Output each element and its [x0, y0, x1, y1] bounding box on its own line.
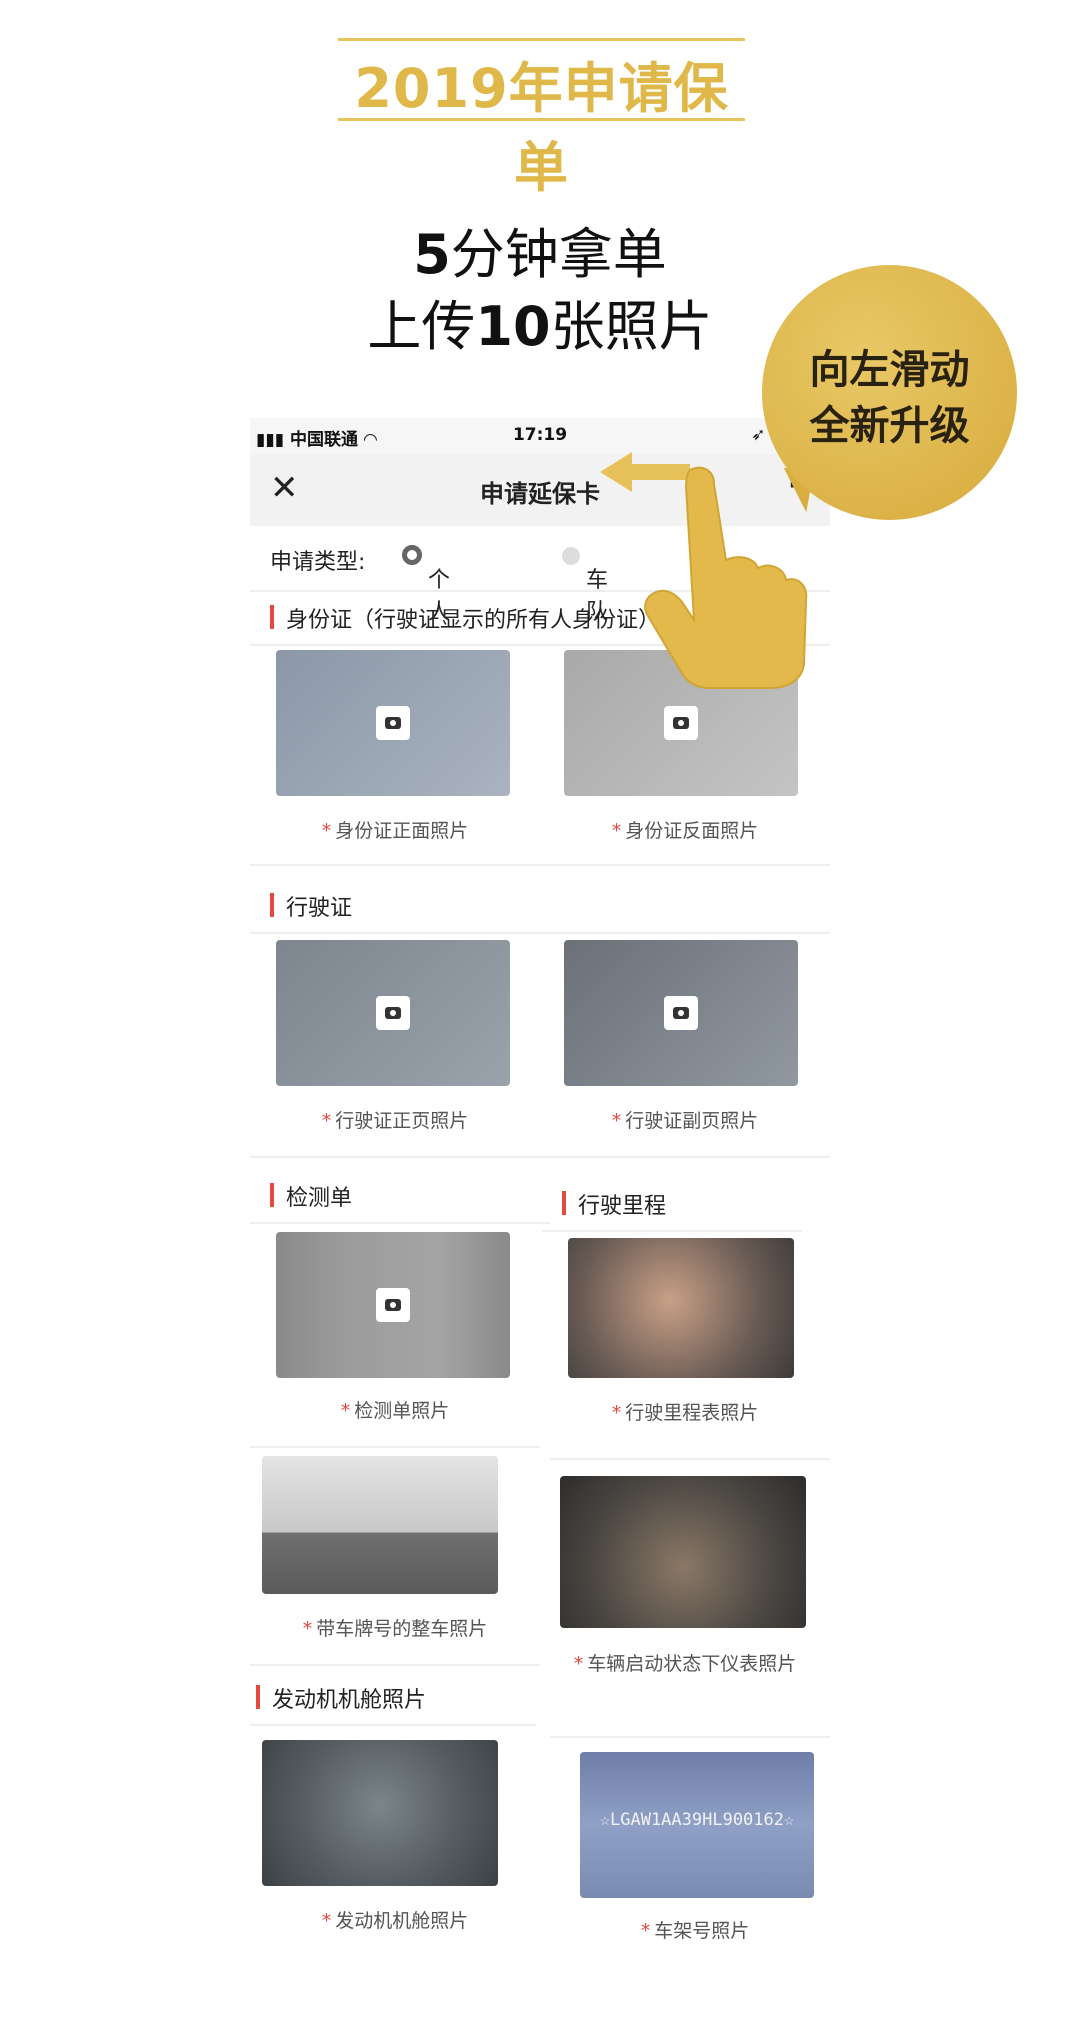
section-marker: [562, 1191, 566, 1215]
section-engine: 发动机机舱照片: [250, 1670, 536, 1726]
inspection-upload[interactable]: [276, 1232, 510, 1378]
camera-icon: [376, 706, 410, 740]
page-title: 2019年申请保单: [354, 57, 729, 199]
divider: [250, 1446, 540, 1448]
status-time: 17:19: [512, 425, 568, 445]
section-marker: [270, 1183, 274, 1207]
swipe-hand-icon: [600, 452, 808, 689]
caption-inspection: * 检测单照片: [340, 1400, 450, 1422]
section-marker: [270, 893, 274, 917]
id-front-upload[interactable]: [276, 650, 510, 796]
camera-icon: [376, 996, 410, 1030]
caption-vehicle: * 带车牌号的整车照片: [302, 1618, 488, 1640]
radio-individual[interactable]: 个人: [402, 544, 450, 625]
vehicle-photo[interactable]: [262, 1456, 498, 1594]
header-bottom-line: [338, 118, 745, 121]
camera-icon: [664, 996, 698, 1030]
mileage-photo[interactable]: [568, 1238, 794, 1378]
camera-icon: [376, 1288, 410, 1322]
section-driving-license: 行驶证: [250, 878, 830, 934]
caption-id-back: * 身份证反面照片: [611, 820, 759, 842]
divider: [550, 1458, 830, 1460]
caption-engine: * 发动机机舱照片: [321, 1910, 469, 1932]
status-bar: ▮▮▮ 中国联通 ◠ 17:19 ➶ ⏰ 84: [250, 418, 830, 454]
radio-selected-icon: [402, 545, 422, 565]
divider: [250, 864, 830, 866]
section-marker: [256, 1685, 260, 1709]
caption-dashboard: * 车辆启动状态下仪表照片: [573, 1653, 797, 1675]
section-marker: [270, 605, 274, 629]
divider: [250, 1156, 830, 1158]
dashboard-photo[interactable]: [560, 1476, 806, 1628]
frame-number-text: ☆LGAW1AA39HL900162☆: [599, 1810, 795, 1830]
apply-type-label: 申请类型:: [270, 550, 366, 575]
dl-sub-upload[interactable]: [564, 940, 798, 1086]
caption-id-front: * 身份证正面照片: [321, 820, 469, 842]
caption-dl-sub: * 行驶证副页照片: [611, 1110, 759, 1132]
section-mileage: 行驶里程: [542, 1176, 802, 1232]
left-arrow-icon: [600, 452, 690, 492]
camera-icon: [664, 706, 698, 740]
frame-number-photo[interactable]: ☆LGAW1AA39HL900162☆: [580, 1752, 814, 1898]
dl-main-upload[interactable]: [276, 940, 510, 1086]
header-top-line: [338, 38, 745, 41]
section-inspection: 检测单: [250, 1168, 550, 1224]
divider: [550, 1736, 830, 1738]
divider: [250, 1664, 540, 1666]
caption-mileage: * 行驶里程表照片: [611, 1402, 759, 1424]
engine-photo[interactable]: [262, 1740, 498, 1886]
radio-unselected-icon: [562, 547, 580, 565]
caption-dl-main: * 行驶证正页照片: [321, 1110, 469, 1132]
radio-fleet[interactable]: 车队: [562, 544, 608, 625]
caption-frame: * 车架号照片: [640, 1920, 750, 1942]
